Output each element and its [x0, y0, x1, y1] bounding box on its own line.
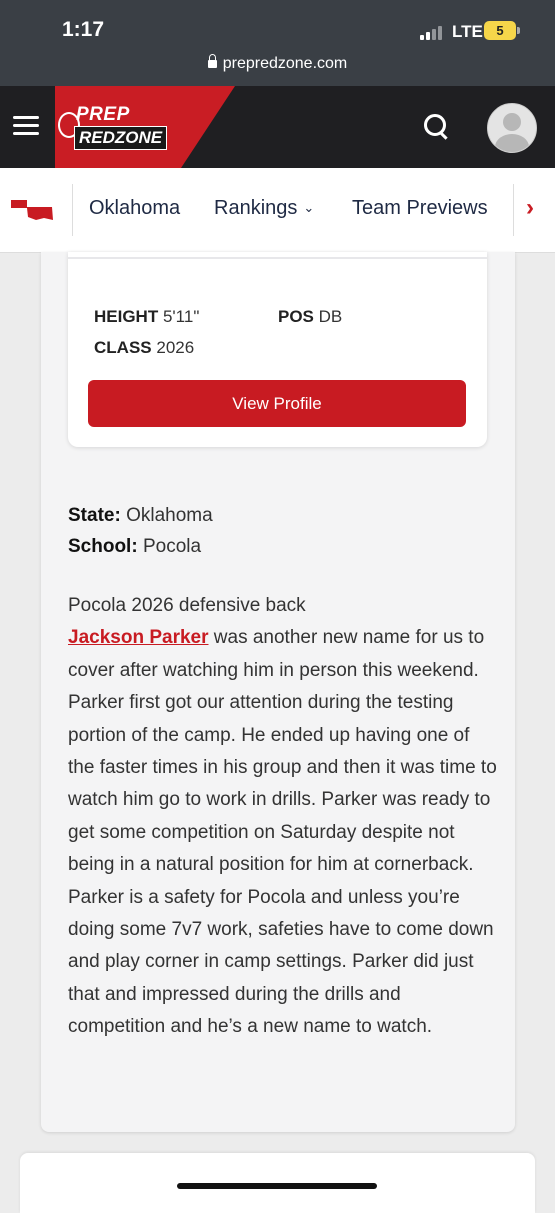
lock-icon: [207, 54, 217, 68]
network-label: LTE: [452, 22, 483, 41]
nav-item-rankings-label: Rankings: [214, 197, 298, 219]
avatar-head: [503, 113, 521, 131]
divider: [513, 184, 514, 236]
state-label: State:: [68, 505, 121, 526]
state-line: State: Oklahoma: [68, 505, 213, 527]
state-value: Oklahoma: [126, 505, 213, 526]
status-bar: 1:17 LTE 5 prepredzone.com: [0, 0, 555, 86]
chevron-right-icon[interactable]: ›: [526, 194, 534, 222]
pos-value: DB: [318, 307, 343, 326]
player-name-link[interactable]: Jackson Parker: [68, 627, 209, 648]
nav-item-oklahoma[interactable]: Oklahoma: [89, 197, 180, 220]
site-logo[interactable]: PREP REDZONE: [58, 104, 180, 152]
search-icon[interactable]: [424, 114, 446, 136]
view-profile-button[interactable]: View Profile: [88, 380, 466, 427]
oklahoma-state-icon[interactable]: [10, 198, 54, 222]
home-indicator[interactable]: [177, 1183, 377, 1189]
signal-icon: [420, 24, 444, 40]
divider: [72, 184, 73, 236]
avatar[interactable]: [487, 103, 537, 153]
pos-label: POS: [278, 307, 314, 326]
pos-stat: POS DB: [278, 307, 342, 327]
school-label: School:: [68, 536, 138, 557]
article-body: Pocola 2026 defensive back Jackson Parke…: [68, 590, 498, 1044]
class-value: 2026: [156, 338, 195, 357]
class-label: CLASS: [94, 338, 152, 357]
nav-item-rankings[interactable]: Rankings ⌄: [214, 197, 314, 220]
sub-navigation: Oklahoma Rankings ⌄ Team Previews ›: [0, 168, 555, 253]
url-text: prepredzone.com: [222, 55, 348, 72]
article-intro: Pocola 2026 defensive back: [68, 595, 306, 616]
site-header: PREP REDZONE: [0, 86, 555, 168]
height-stat: HEIGHT 5'11": [94, 307, 199, 327]
address-bar[interactable]: prepredzone.com: [0, 54, 555, 73]
logo-text-top: PREP: [76, 104, 130, 125]
battery-icon: 5: [484, 21, 520, 40]
menu-icon[interactable]: [13, 116, 39, 136]
article-text: was another new name for us to cover aft…: [68, 627, 497, 1038]
avatar-body: [495, 134, 529, 152]
height-value: 5'11": [162, 307, 200, 326]
school-value: Pocola: [142, 536, 202, 557]
player-card: HEIGHT 5'11" POS DB CLASS 2026 View Prof…: [68, 252, 487, 447]
school-line: School: Pocola: [68, 536, 201, 558]
class-stat: CLASS 2026: [94, 338, 194, 358]
logo-text-bottom: REDZONE: [74, 126, 168, 150]
height-label: HEIGHT: [94, 307, 159, 326]
chevron-down-icon: ⌄: [303, 200, 315, 215]
clock: 1:17: [62, 18, 105, 41]
card-divider: [68, 257, 487, 259]
nav-item-team-previews[interactable]: Team Previews: [352, 197, 488, 220]
